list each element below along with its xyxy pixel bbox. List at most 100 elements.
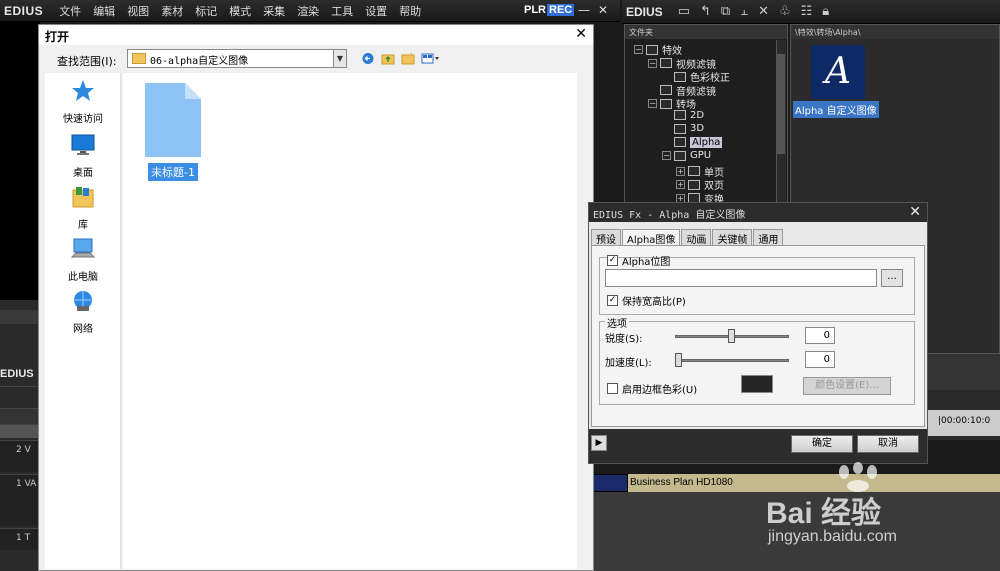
folder-icon [688, 166, 700, 176]
place-this-pc[interactable]: 此电脑 [45, 237, 121, 283]
track-1va[interactable]: 1 VA [0, 474, 40, 526]
menu-file[interactable]: 文件 [53, 3, 87, 19]
open-dialog-close-button[interactable]: ✕ [575, 26, 587, 42]
place-desktop[interactable]: 桌面 [45, 133, 121, 179]
menu-mode[interactable]: 模式 [223, 3, 257, 19]
edius-fx-dialog: EDIUS Fx - Alpha 自定义图像 ✕ 预设 Alpha图像 动画 关… [588, 202, 928, 464]
watermark-url: jingyan.baidu.com [768, 528, 897, 545]
fx-close-button[interactable]: ✕ [909, 204, 921, 220]
tree-node[interactable]: 3D [662, 123, 704, 134]
tab-animation[interactable]: 动画 [681, 229, 712, 246]
look-in-combo[interactable]: 06-alpha自定义图像 [127, 49, 347, 68]
timeline-ruler[interactable]: |00:00:10:0 [922, 410, 1000, 436]
back-icon[interactable] [361, 52, 375, 65]
timeline-insert-icon[interactable]: ⫠ [740, 4, 748, 19]
properties-icon[interactable]: ♧ [779, 4, 791, 19]
alpha-file-path-input[interactable] [605, 269, 877, 287]
tree-scrollbar-thumb[interactable] [777, 54, 785, 154]
view-menu-icon[interactable] [421, 52, 441, 65]
ruler-time: |00:00:10:0 [938, 416, 991, 426]
folder-icon [674, 123, 686, 134]
minimize-button[interactable]: — [578, 3, 590, 17]
close-main-button[interactable]: ✕ [598, 3, 608, 17]
menu-clip[interactable]: 素材 [155, 3, 189, 19]
menu-settings[interactable]: 设置 [359, 3, 393, 19]
file-icon[interactable] [145, 83, 201, 157]
tab-alpha-image[interactable]: Alpha图像 [622, 229, 681, 246]
tree-node-label: GPU [690, 150, 712, 161]
preview-monitor [0, 22, 40, 302]
sharpness-slider-thumb[interactable] [728, 329, 735, 343]
library-icon [72, 187, 94, 208]
tree-node[interactable]: 2D [662, 110, 704, 121]
menu-help[interactable]: 帮助 [393, 3, 427, 19]
place-quick-access[interactable]: 快速访问 [45, 79, 121, 125]
menu-view[interactable]: 视图 [121, 3, 155, 19]
track-1va-label: 1 VA [16, 479, 37, 489]
look-in-dropdown-arrow[interactable]: ▼ [333, 49, 347, 68]
timeline-logo: EDIUS [0, 368, 34, 380]
delete-icon[interactable]: ✕ [758, 4, 769, 19]
network-icon [74, 291, 92, 311]
color-settings-button[interactable]: 颜色设置(E)... [803, 377, 891, 395]
plr-rec-toggle[interactable]: PLR REC [524, 4, 575, 16]
track-2v-label: 2 V [16, 445, 31, 455]
place-library[interactable]: 库 [45, 185, 121, 231]
edius-logo: EDIUS [4, 3, 44, 18]
menu-edit[interactable]: 编辑 [87, 3, 121, 19]
browse-button[interactable]: ... [881, 269, 903, 287]
keep-aspect-checkbox[interactable]: ✓ 保持宽高比(P) [607, 293, 686, 308]
place-label: 快速访问 [63, 114, 103, 125]
checked-icon: ✓ [607, 255, 618, 266]
open-dialog-title: 打开 [39, 25, 593, 45]
up-folder-icon[interactable]: ↰ [700, 4, 711, 19]
tree-expander-icon[interactable]: + [676, 180, 685, 189]
tree-expander-icon[interactable]: + [676, 166, 685, 176]
lock-icon[interactable]: 🔒︎ [822, 4, 829, 19]
clip-name: Business Plan HD1080 [630, 477, 733, 488]
menu-capture[interactable]: 采集 [257, 3, 291, 19]
folder-icon[interactable]: ▭ [678, 4, 690, 19]
tree-node-label: Alpha [690, 136, 723, 148]
file-name[interactable]: 未标题-1 [148, 163, 198, 181]
ok-button[interactable]: 确定 [791, 435, 853, 453]
up-folder-icon[interactable] [381, 52, 395, 65]
view-mode-icon[interactable]: ☷ [801, 4, 813, 19]
left-scrollbar[interactable] [0, 310, 40, 324]
places-bar: 快速访问 桌面 库 此电脑 网络 [45, 73, 121, 569]
alpha-thumbnail[interactable]: A [811, 45, 865, 99]
tree-expander-icon[interactable]: − [634, 45, 643, 54]
tree-node[interactable]: Alpha [662, 136, 723, 148]
track-2v[interactable]: 2 V [0, 440, 40, 472]
rec-label: REC [547, 4, 575, 16]
new-folder-icon[interactable] [401, 52, 415, 65]
open-dialog: 打开 ✕ 查找范围(I): 06-alpha自定义图像 ▼ 快速访问 桌面 库 … [38, 24, 594, 571]
acceleration-value[interactable]: 0 [805, 351, 835, 368]
border-color-swatch[interactable] [741, 375, 773, 393]
tab-preset[interactable]: 预设 [591, 229, 621, 246]
tab-general[interactable]: 通用 [753, 229, 784, 246]
place-label: 库 [78, 220, 88, 231]
timeline-tool-row [0, 408, 40, 424]
menu-render[interactable]: 渲染 [291, 3, 325, 19]
sharpness-value[interactable]: 0 [805, 327, 835, 344]
cancel-button[interactable]: 取消 [857, 435, 919, 453]
menu-tools[interactable]: 工具 [325, 3, 359, 19]
timeline-toolbar [0, 386, 40, 406]
play-preview-button[interactable]: ▶ [591, 435, 607, 451]
add-clip-icon[interactable]: ⧉ [721, 4, 730, 19]
track-1t[interactable]: 1 T [0, 528, 40, 550]
alpha-bitmap-checkbox[interactable]: ✓ Alpha位图 [607, 253, 670, 268]
border-color-checkbox[interactable]: 启用边框色彩(U) [607, 381, 697, 396]
alpha-thumbnail-label[interactable]: Alpha 自定义图像 [793, 101, 879, 118]
acceleration-slider-thumb[interactable] [675, 353, 682, 367]
tree-expander-icon[interactable]: − [662, 151, 671, 160]
tree-expander-icon[interactable]: − [648, 58, 657, 68]
tree-node[interactable]: − GPU [662, 150, 711, 161]
place-network[interactable]: 网络 [45, 289, 121, 335]
acceleration-slider[interactable] [675, 359, 789, 362]
tree-expander-icon[interactable]: − [648, 99, 657, 108]
tab-keyframe[interactable]: 关键帧 [712, 229, 753, 246]
track-1t-label: 1 T [16, 533, 31, 543]
menu-marker[interactable]: 标记 [189, 3, 223, 19]
